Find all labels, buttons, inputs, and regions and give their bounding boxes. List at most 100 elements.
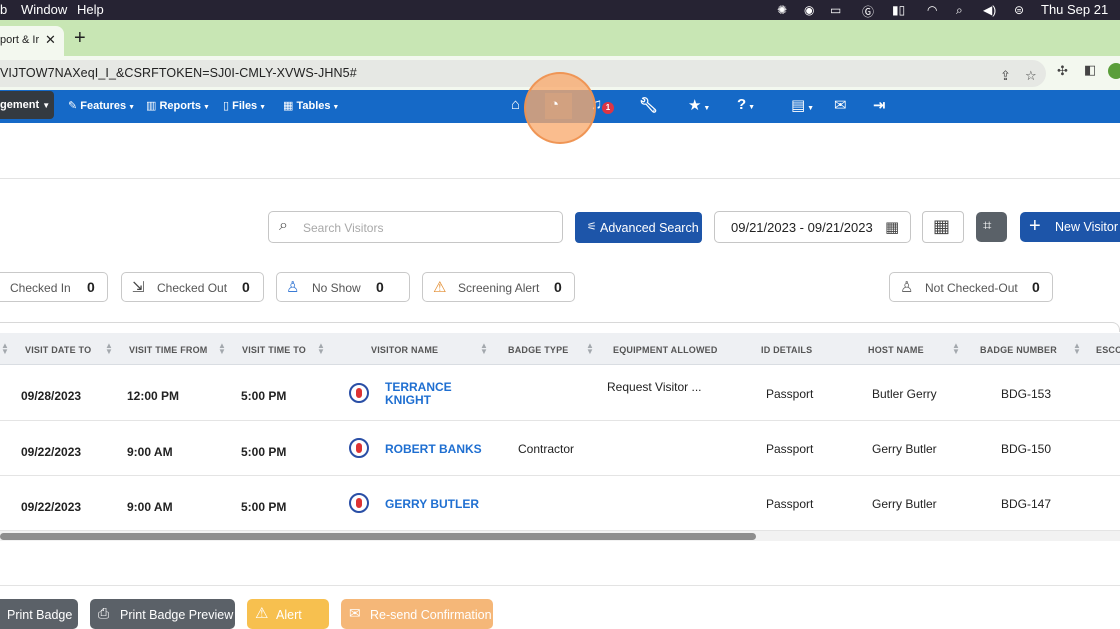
spotlight-search-icon[interactable]: ⌕ <box>956 3 963 18</box>
display-icon[interactable]: ▭ <box>830 3 841 17</box>
wifi-icon[interactable]: ◠ <box>927 3 937 17</box>
browser-tab-active[interactable]: port & Ir ✕ <box>0 26 64 56</box>
sort-icon[interactable]: ▲ ▼ <box>586 342 594 356</box>
calendar-icon: ▦ <box>885 219 900 236</box>
scan-button[interactable]: ⌗ <box>976 212 1007 242</box>
control-center-icon[interactable]: ⊜ <box>1014 3 1024 17</box>
visit-time-from-cell: 9:00 AM <box>127 500 173 514</box>
battery-icon[interactable]: ▮▯ <box>892 3 905 17</box>
app-status-icon[interactable]: ✺ <box>777 3 787 17</box>
exit-door-icon: ⇲ <box>132 279 145 296</box>
caret-down-icon: ▼ <box>257 104 267 111</box>
features-menu[interactable]: ✎ Features ▼ <box>68 99 135 112</box>
date-range-value: 09/21/2023 - 09/21/2023 <box>731 220 873 235</box>
visitor-avatar <box>349 493 369 513</box>
file-icon: ▯ <box>223 100 233 112</box>
new-visitor-button[interactable]: + New Visitor <box>1020 212 1120 242</box>
grid-table-icon: ▦ <box>933 216 951 236</box>
col-id-details[interactable]: ID DETAILS <box>761 345 812 355</box>
sort-icon[interactable]: ▲ ▼ <box>1 342 9 356</box>
print-badge-button[interactable]: Print Badge <box>0 599 78 629</box>
sliders-icon: ⚟ <box>587 221 597 233</box>
extensions-icon[interactable]: ✣ <box>1057 63 1068 79</box>
bookmark-star-icon[interactable]: ☆ <box>1025 68 1037 84</box>
visitor-name-link[interactable]: TERRANCE <box>385 380 452 394</box>
table-row[interactable]: 09/22/2023 9:00 AM 5:00 PM GERRY BUTLER … <box>0 476 1120 531</box>
click-highlight <box>524 72 596 144</box>
not-checked-out-filter[interactable]: ♙ Not Checked-Out 0 <box>889 272 1053 302</box>
col-visit-time-to[interactable]: VISIT TIME TO <box>242 345 306 355</box>
checked-in-label: Checked In <box>10 281 71 295</box>
logout-icon[interactable]: ⇥ <box>873 96 886 114</box>
visit-time-to-cell: 5:00 PM <box>241 389 287 403</box>
col-badge-type[interactable]: BADGE TYPE <box>508 345 569 355</box>
sort-icon[interactable]: ▲ ▼ <box>105 342 113 356</box>
features-label: Features <box>80 100 127 112</box>
sort-icon[interactable]: ▲ ▼ <box>952 342 960 356</box>
visit-time-to-cell: 5:00 PM <box>241 500 287 514</box>
tab-close-icon[interactable]: ✕ <box>45 32 56 48</box>
address-bar[interactable]: VIJTOW7NAXeqI_I_&CSRFTOKEN=SJ0I-CMLY-XVW… <box>0 60 1046 87</box>
reports-menu[interactable]: ▥ Reports ▼ <box>146 99 210 112</box>
table-row[interactable]: 09/28/2023 12:00 PM 5:00 PM TERRANCE KNI… <box>0 366 1120 421</box>
horizontal-scrollbar-thumb[interactable] <box>0 533 756 540</box>
management-menu-button[interactable]: gement ▼ <box>0 91 54 119</box>
col-host-name[interactable]: HOST NAME <box>868 345 924 355</box>
menu-item-partial[interactable]: b <box>0 2 7 17</box>
book-menu-icon[interactable]: ▤ ▼ <box>791 96 814 114</box>
share-icon[interactable]: ⇪ <box>1000 68 1011 84</box>
profile-avatar[interactable] <box>1108 63 1120 79</box>
record-icon[interactable]: ◉ <box>804 3 814 17</box>
url-text[interactable]: VIJTOW7NAXeqI_I_&CSRFTOKEN=SJ0I-CMLY-XVW… <box>0 66 357 80</box>
home-icon[interactable]: ⌂ <box>511 96 520 113</box>
equipment-cell: Request Visitor ... <box>607 380 702 394</box>
badge-number-cell: BDG-150 <box>1001 442 1052 456</box>
col-visit-time-from[interactable]: VISIT TIME FROM <box>129 345 208 355</box>
col-escort[interactable]: ESCO <box>1096 345 1120 355</box>
tables-menu[interactable]: ▦ Tables ▼ <box>283 99 339 112</box>
new-tab-button[interactable]: + <box>74 28 86 48</box>
col-badge-number[interactable]: BADGE NUMBER <box>980 345 1057 355</box>
search-visitors-input[interactable] <box>303 218 553 238</box>
grammarly-icon[interactable]: Ⓖ <box>862 3 874 20</box>
screening-alert-filter[interactable]: ⚠ Screening Alert 0 <box>422 272 575 302</box>
mail-icon[interactable]: ✉ <box>834 96 847 114</box>
col-equipment-allowed[interactable]: EQUIPMENT ALLOWED <box>613 345 718 355</box>
visitor-name-link[interactable]: GERRY BUTLER <box>385 497 479 511</box>
col-visitor-name[interactable]: VISITOR NAME <box>371 345 438 355</box>
badge-number-cell: BDG-147 <box>1001 497 1052 511</box>
visitor-name-link-line2[interactable]: KNIGHT <box>385 393 431 407</box>
visit-time-to-cell: 5:00 PM <box>241 445 287 459</box>
side-panel-icon[interactable]: ◧ <box>1084 62 1096 78</box>
files-menu[interactable]: ▯ Files ▼ <box>223 99 266 112</box>
grid-view-button[interactable]: ▦ <box>922 211 964 243</box>
help-menu-icon[interactable]: ? ▼ <box>737 96 755 113</box>
wrench-icon[interactable]: 🔧︎ <box>639 96 658 114</box>
sort-icon[interactable]: ▲ ▼ <box>317 342 325 356</box>
checked-out-count: 0 <box>242 279 250 295</box>
no-show-count: 0 <box>376 279 384 295</box>
star-menu-icon[interactable]: ★ ▼ <box>688 96 710 114</box>
col-visit-date-to[interactable]: VISIT DATE TO <box>25 345 91 355</box>
advanced-search-button[interactable]: ⚟ Advanced Search <box>575 212 702 243</box>
user-cancel-icon: ♙ <box>286 279 300 296</box>
print-badge-preview-button[interactable]: ⎙ Print Badge Preview <box>90 599 235 629</box>
table-row[interactable]: 09/22/2023 9:00 AM 5:00 PM ROBERT BANKS … <box>0 421 1120 476</box>
sort-icon[interactable]: ▲ ▼ <box>480 342 488 356</box>
checked-in-filter[interactable]: Checked In 0 <box>0 272 108 302</box>
sort-icon[interactable]: ▲ ▼ <box>218 342 226 356</box>
visit-time-from-cell: 9:00 AM <box>127 445 173 459</box>
date-range-picker[interactable]: 09/21/2023 - 09/21/2023 ▦ <box>714 211 911 243</box>
menu-item-window[interactable]: Window <box>21 2 67 17</box>
resend-confirmation-button[interactable]: ✉ Re-send Confirmation <box>341 599 493 629</box>
no-show-filter[interactable]: ♙ No Show 0 <box>276 272 410 302</box>
volume-icon[interactable]: ◀) <box>983 3 996 17</box>
alert-button[interactable]: ⚠ Alert <box>247 599 329 629</box>
checked-out-filter[interactable]: ⇲ Checked Out 0 <box>121 272 264 302</box>
sort-icon[interactable]: ▲ ▼ <box>1073 342 1081 356</box>
search-visitors-field[interactable]: ⌕ <box>268 211 563 243</box>
dashboard-gauge-icon[interactable]: ◔ <box>550 96 559 113</box>
visitor-name-link[interactable]: ROBERT BANKS <box>385 442 482 456</box>
menu-item-help[interactable]: Help <box>77 2 104 17</box>
id-details-cell: Passport <box>766 497 814 511</box>
